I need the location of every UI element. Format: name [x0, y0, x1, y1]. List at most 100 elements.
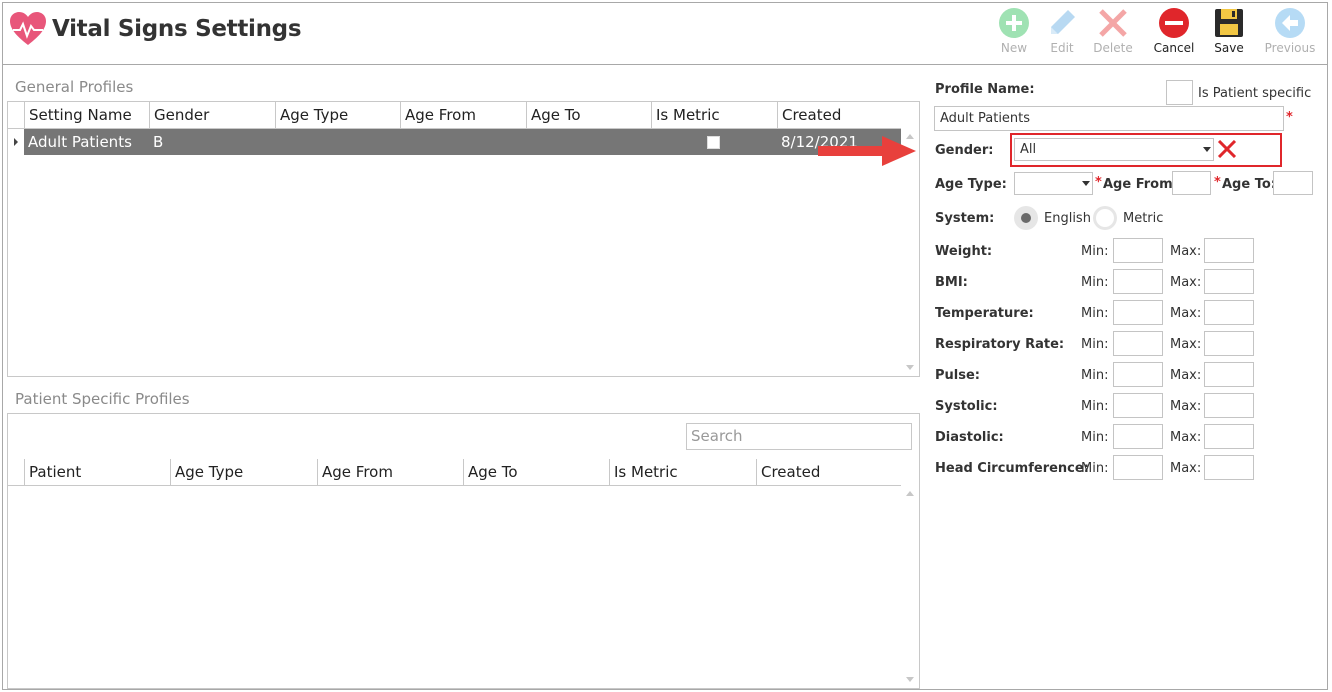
- vertical-scrollbar[interactable]: [903, 129, 919, 376]
- age-from-input[interactable]: [1172, 171, 1211, 195]
- edit-button[interactable]: Edit: [1034, 5, 1090, 63]
- min-label: Min:: [1081, 399, 1109, 414]
- general-profiles-grid: Setting Name Gender Age Type Age From Ag…: [7, 101, 920, 377]
- cancel-button[interactable]: Cancel: [1146, 5, 1202, 63]
- min-label: Min:: [1081, 337, 1109, 352]
- column-header[interactable]: Age Type: [170, 459, 317, 485]
- max-label: Max:: [1170, 337, 1202, 352]
- delete-button[interactable]: Delete: [1085, 5, 1141, 63]
- plus-icon: [999, 8, 1029, 38]
- english-radio[interactable]: [1014, 206, 1038, 230]
- bmi-max-input[interactable]: [1204, 269, 1254, 294]
- head-circumference-min-input[interactable]: [1113, 455, 1163, 480]
- required-asterisk: *: [1286, 110, 1293, 125]
- cancel-label: Cancel: [1153, 41, 1195, 55]
- table-row[interactable]: Adult Patients B 8/12/2021: [8, 129, 901, 155]
- max-label: Max:: [1170, 430, 1202, 445]
- systolic-min-input[interactable]: [1113, 393, 1163, 418]
- column-header[interactable]: Created: [756, 459, 901, 485]
- patient-profiles-title: Patient Specific Profiles: [15, 390, 190, 408]
- column-header[interactable]: Age Type: [275, 102, 400, 128]
- previous-button[interactable]: Previous: [1262, 5, 1318, 63]
- max-label: Max:: [1170, 461, 1202, 476]
- grid-header: Setting Name Gender Age Type Age From Ag…: [8, 102, 901, 129]
- patient-profiles-panel: Patient Age Type Age From Age To Is Metr…: [7, 413, 920, 689]
- max-label: Max:: [1170, 368, 1202, 383]
- column-header[interactable]: Setting Name: [24, 102, 149, 128]
- age-to-input[interactable]: [1273, 171, 1313, 195]
- respiratory-rate-label: Respiratory Rate:: [935, 337, 1065, 352]
- scroll-down-icon[interactable]: [906, 677, 914, 682]
- gender-select[interactable]: All: [1014, 138, 1214, 161]
- page-title: Vital Signs Settings: [52, 16, 302, 42]
- vertical-scrollbar[interactable]: [903, 486, 919, 688]
- weight-max-input[interactable]: [1204, 238, 1254, 263]
- search-input[interactable]: Search: [686, 423, 912, 450]
- column-header[interactable]: Is Metric: [609, 459, 756, 485]
- floppy-disk-icon: [1215, 9, 1243, 37]
- profile-name-label: Profile Name:: [935, 82, 1035, 97]
- min-label: Min:: [1081, 244, 1109, 259]
- caret-right-icon: [14, 138, 18, 146]
- diastolic-label: Diastolic:: [935, 430, 1004, 445]
- minus-circle-icon: [1159, 8, 1189, 38]
- respiratory-rate-min-input[interactable]: [1113, 331, 1163, 356]
- respiratory-rate-max-input[interactable]: [1204, 331, 1254, 356]
- chevron-down-icon: [1203, 147, 1211, 152]
- column-header[interactable]: Age From: [400, 102, 526, 128]
- diastolic-min-input[interactable]: [1113, 424, 1163, 449]
- save-button[interactable]: Save: [1201, 5, 1257, 63]
- chevron-down-icon: [1082, 181, 1090, 186]
- bmi-min-input[interactable]: [1113, 269, 1163, 294]
- header-bar: Vital Signs Settings New Edit Delete Can…: [3, 3, 1327, 65]
- scroll-down-icon[interactable]: [906, 365, 914, 370]
- temperature-min-input[interactable]: [1113, 300, 1163, 325]
- pencil-icon: [1051, 10, 1075, 34]
- column-header[interactable]: Age To: [463, 459, 609, 485]
- temperature-label: Temperature:: [935, 306, 1034, 321]
- radio-dot: [1021, 213, 1031, 223]
- metric-label: Metric: [1123, 211, 1164, 226]
- radio-inner: [1096, 209, 1114, 227]
- clear-icon[interactable]: [1217, 140, 1237, 158]
- min-label: Min:: [1081, 461, 1109, 476]
- system-label: System:: [935, 211, 995, 226]
- age-from-label: Age From:: [1103, 177, 1178, 192]
- temperature-max-input[interactable]: [1204, 300, 1254, 325]
- age-type-label: Age Type:: [935, 177, 1007, 192]
- gender-value: All: [1020, 142, 1037, 157]
- head-circumference-max-input[interactable]: [1204, 455, 1254, 480]
- bmi-label: BMI:: [935, 275, 968, 290]
- cell-setting-name: Adult Patients: [28, 133, 132, 151]
- is-patient-specific-label: Is Patient specific: [1198, 86, 1312, 101]
- x-icon: [1099, 9, 1127, 37]
- heart-pulse-icon: [10, 12, 46, 45]
- column-header[interactable]: Age To: [526, 102, 651, 128]
- profile-name-input[interactable]: Adult Patients: [934, 106, 1284, 131]
- scroll-up-icon[interactable]: [906, 491, 914, 496]
- systolic-max-input[interactable]: [1204, 393, 1254, 418]
- save-label: Save: [1214, 41, 1244, 55]
- pulse-min-input[interactable]: [1113, 362, 1163, 387]
- column-header[interactable]: Gender: [149, 102, 275, 128]
- pulse-label: Pulse:: [935, 368, 980, 383]
- column-header[interactable]: Patient: [24, 459, 170, 485]
- pulse-max-input[interactable]: [1204, 362, 1254, 387]
- required-asterisk: *: [1214, 175, 1221, 190]
- annotation-arrow-icon: [818, 136, 916, 166]
- max-label: Max:: [1170, 399, 1202, 414]
- metric-radio[interactable]: [1093, 206, 1117, 230]
- column-header[interactable]: Age From: [317, 459, 463, 485]
- delete-label: Delete: [1093, 41, 1133, 55]
- row-indicator: [8, 129, 24, 155]
- column-header[interactable]: Created: [777, 102, 901, 128]
- min-label: Min:: [1081, 275, 1109, 290]
- is-metric-checkbox[interactable]: [707, 136, 720, 149]
- weight-min-input[interactable]: [1113, 238, 1163, 263]
- age-type-select[interactable]: [1014, 172, 1093, 195]
- max-label: Max:: [1170, 244, 1202, 259]
- column-header[interactable]: Is Metric: [651, 102, 777, 128]
- is-patient-specific-checkbox[interactable]: [1166, 80, 1193, 105]
- diastolic-max-input[interactable]: [1204, 424, 1254, 449]
- arrow-left-icon: [1275, 8, 1305, 38]
